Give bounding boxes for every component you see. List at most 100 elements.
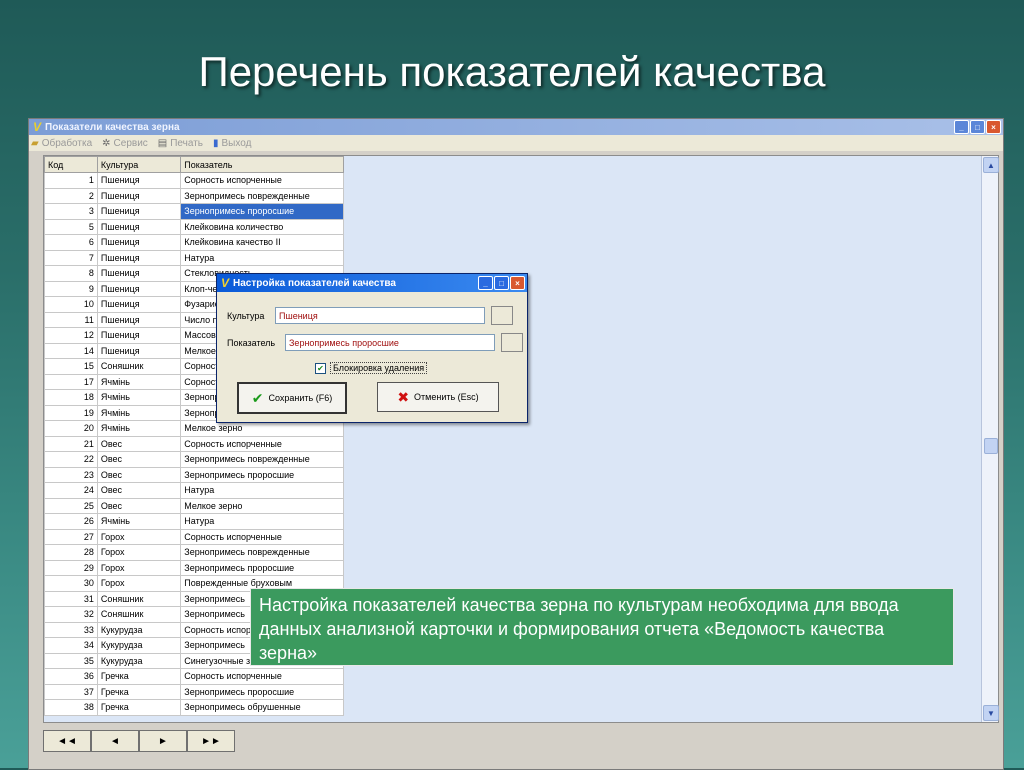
close-button[interactable]: × (986, 120, 1001, 134)
cell-culture[interactable]: Пшениця (96, 342, 182, 359)
cell-culture[interactable]: Гречка (96, 668, 182, 685)
cell-culture[interactable]: Пшениця (96, 249, 182, 266)
nav-next-button[interactable]: ► (139, 730, 187, 752)
table-row[interactable]: 36 Гречка Сорность испорченные (44, 668, 344, 685)
cell-indicator[interactable]: Натура (180, 482, 344, 499)
cell-indicator[interactable]: Мелкое зерно (180, 497, 344, 514)
cell-indicator[interactable]: Натура (180, 513, 344, 530)
cell-indicator[interactable]: Зернопримесь проросшие (180, 203, 344, 220)
dialog-maximize-button[interactable]: □ (494, 276, 509, 290)
cell-code[interactable]: 33 (44, 621, 98, 638)
cell-code[interactable]: 31 (44, 590, 98, 607)
cell-culture[interactable]: Пшениця (96, 203, 182, 220)
table-row[interactable]: 24 Овес Натура (44, 482, 344, 499)
cell-code[interactable]: 34 (44, 637, 98, 654)
column-header-code[interactable]: Код (44, 156, 98, 173)
cell-indicator[interactable]: Зернопримесь проросшие (180, 683, 344, 700)
cell-culture[interactable]: Пшениця (96, 311, 182, 328)
table-row[interactable]: 21 Овес Сорность испорченные (44, 435, 344, 452)
scroll-up-icon[interactable]: ▲ (983, 157, 999, 173)
table-row[interactable]: 29 Горох Зернопримесь проросшие (44, 559, 344, 576)
cell-code[interactable]: 1 (44, 172, 98, 189)
cell-code[interactable]: 29 (44, 559, 98, 576)
table-row[interactable]: 27 Горох Сорность испорченные (44, 528, 344, 545)
cell-indicator[interactable]: Клейковина качество II (180, 234, 344, 251)
table-row[interactable]: 5 Пшениця Клейковина количество (44, 218, 344, 235)
cell-code[interactable]: 27 (44, 528, 98, 545)
table-row[interactable]: 26 Ячмінь Натура (44, 513, 344, 530)
cell-culture[interactable]: Ячмінь (96, 389, 182, 406)
table-row[interactable]: 1 Пшениця Сорность испорченные (44, 172, 344, 189)
cell-code[interactable]: 22 (44, 451, 98, 468)
cell-code[interactable]: 32 (44, 606, 98, 623)
menu-item-exit[interactable]: ▮ Выход (213, 138, 251, 149)
cell-culture[interactable]: Пшениця (96, 172, 182, 189)
table-row[interactable]: 25 Овес Мелкое зерно (44, 497, 344, 514)
cell-code[interactable]: 24 (44, 482, 98, 499)
cell-culture[interactable]: Гречка (96, 699, 182, 716)
cell-indicator[interactable]: Сорность испорченные (180, 435, 344, 452)
cell-code[interactable]: 21 (44, 435, 98, 452)
cell-culture[interactable]: Кукурудза (96, 621, 182, 638)
cell-code[interactable]: 23 (44, 466, 98, 483)
table-row[interactable]: 38 Гречка Зернопримесь обрушенные (44, 699, 344, 716)
cell-code[interactable]: 2 (44, 187, 98, 204)
column-header-indicator[interactable]: Показатель (180, 156, 344, 173)
cell-indicator[interactable]: Сорность испорченные (180, 172, 344, 189)
table-row[interactable]: 7 Пшениця Натура (44, 249, 344, 266)
minimize-button[interactable]: _ (954, 120, 969, 134)
cell-culture[interactable]: Горох (96, 528, 182, 545)
cell-code[interactable]: 5 (44, 218, 98, 235)
cell-code[interactable]: 38 (44, 699, 98, 716)
table-row[interactable]: 23 Овес Зернопримесь проросшие (44, 466, 344, 483)
culture-pick-button[interactable] (491, 306, 513, 325)
cell-code[interactable]: 9 (44, 280, 98, 297)
cell-code[interactable]: 7 (44, 249, 98, 266)
cell-code[interactable]: 25 (44, 497, 98, 514)
table-row[interactable]: 22 Овес Зернопримесь поврежденные (44, 451, 344, 468)
cell-code[interactable]: 15 (44, 358, 98, 375)
cell-culture[interactable]: Овес (96, 451, 182, 468)
menu-item-print[interactable]: ▤ Печать (158, 138, 203, 149)
maximize-button[interactable]: □ (970, 120, 985, 134)
cell-code[interactable]: 30 (44, 575, 98, 592)
cell-culture[interactable]: Ячмінь (96, 513, 182, 530)
cell-culture[interactable]: Пшениця (96, 327, 182, 344)
cell-indicator[interactable]: Клейковина количество (180, 218, 344, 235)
cell-culture[interactable]: Соняшник (96, 590, 182, 607)
cell-culture[interactable]: Ячмінь (96, 420, 182, 437)
dialog-close-button[interactable]: × (510, 276, 525, 290)
cell-indicator[interactable]: Сорность испорченные (180, 668, 344, 685)
vertical-scrollbar[interactable]: ▲ ▼ (981, 156, 999, 722)
cell-culture[interactable]: Овес (96, 466, 182, 483)
cell-code[interactable]: 36 (44, 668, 98, 685)
cell-culture[interactable]: Горох (96, 559, 182, 576)
nav-last-button[interactable]: ►► (187, 730, 235, 752)
table-row[interactable]: 37 Гречка Зернопримесь проросшие (44, 683, 344, 700)
cell-code[interactable]: 8 (44, 265, 98, 282)
cell-culture[interactable]: Гречка (96, 683, 182, 700)
culture-field[interactable]: Пшениця (275, 307, 485, 324)
cancel-button[interactable]: ✖ Отменить (Esc) (377, 382, 499, 412)
cell-code[interactable]: 28 (44, 544, 98, 561)
cell-culture[interactable]: Горох (96, 544, 182, 561)
cell-indicator[interactable]: Зернопримесь поврежденные (180, 544, 344, 561)
cell-culture[interactable]: Ячмінь (96, 373, 182, 390)
cell-culture[interactable]: Ячмінь (96, 404, 182, 421)
cell-indicator[interactable]: Натура (180, 249, 344, 266)
table-row[interactable]: 6 Пшениця Клейковина качество II (44, 234, 344, 251)
cell-indicator[interactable]: Зернопримесь поврежденные (180, 451, 344, 468)
window-titlebar[interactable]: V Показатели качества зерна _ □ × (29, 119, 1003, 135)
lock-delete-label[interactable]: Блокировка удаления (330, 362, 428, 374)
cell-code[interactable]: 26 (44, 513, 98, 530)
cell-code[interactable]: 17 (44, 373, 98, 390)
cell-code[interactable]: 20 (44, 420, 98, 437)
cell-code[interactable]: 6 (44, 234, 98, 251)
cell-indicator[interactable]: Зернопримесь проросшие (180, 559, 344, 576)
menu-item-service[interactable]: ✲ Сервис (102, 138, 148, 149)
cell-code[interactable]: 3 (44, 203, 98, 220)
cell-culture[interactable]: Пшениця (96, 187, 182, 204)
cell-culture[interactable]: Овес (96, 482, 182, 499)
menu-item-processing[interactable]: ▰ Обработка (31, 138, 92, 149)
cell-culture[interactable]: Овес (96, 435, 182, 452)
